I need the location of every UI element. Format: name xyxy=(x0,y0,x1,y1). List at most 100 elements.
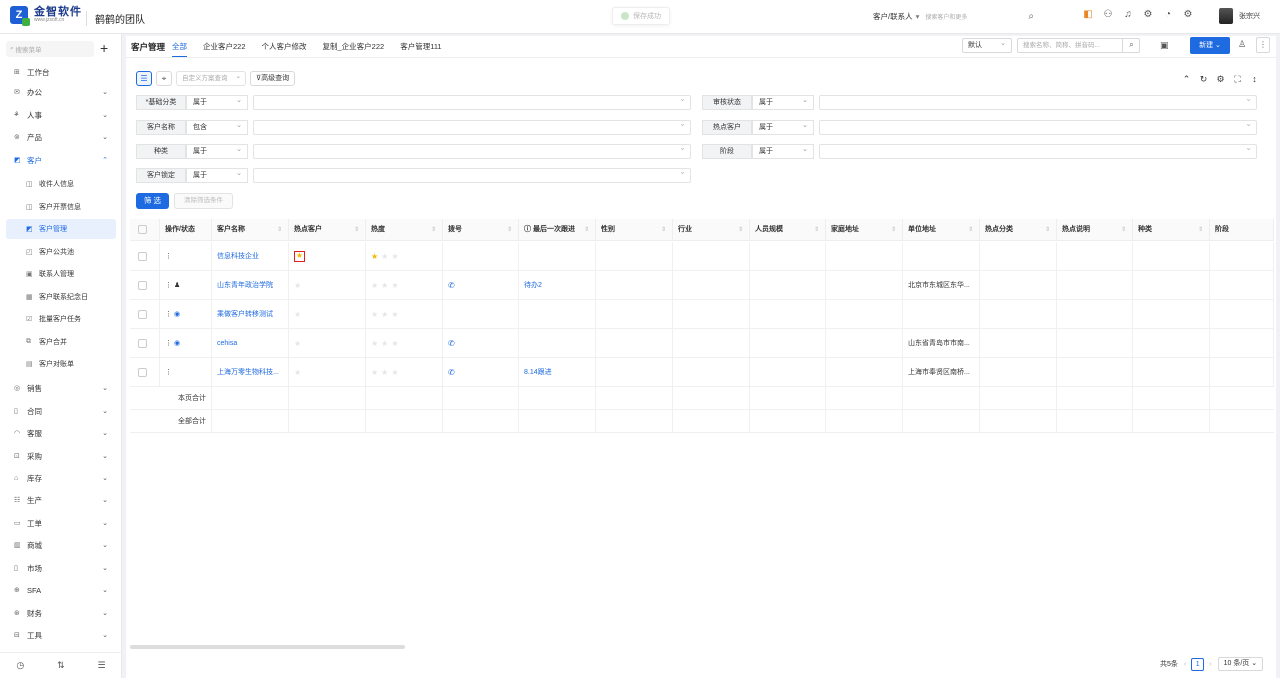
sidebar-sub-batch-tasks[interactable]: ☑ 批量客户任务 xyxy=(0,309,122,329)
tab-enterprise[interactable]: 企业客户222 xyxy=(203,41,246,57)
tab-customer-mgmt[interactable]: 客户管理111 xyxy=(400,41,441,57)
sidebar-item-customer[interactable]: ◩ 客户 ⌃ xyxy=(0,150,122,170)
checkbox[interactable] xyxy=(138,338,147,348)
column-header[interactable]: 拨号 ⇕ xyxy=(443,219,519,241)
table-row[interactable]: ⋮ 上海万零生物科技... ★ ★★★ ✆ 8.14跟进 上海市奉贤区南桥... xyxy=(130,358,1274,387)
list-view-icon[interactable]: ☰ xyxy=(136,71,152,86)
rating-stars[interactable]: ★★★ xyxy=(371,368,402,377)
star-icon[interactable]: ★ xyxy=(294,310,301,319)
sidebar-sub-invoice-info[interactable]: ◫ 客户开票信息 xyxy=(0,197,122,217)
sort-icon[interactable]: ⇕ xyxy=(738,219,743,241)
row-actions[interactable]: ⋮ ◉ xyxy=(160,300,212,329)
heat-cell[interactable]: ★★★ xyxy=(366,271,443,300)
sort-icon[interactable]: ⇕ xyxy=(431,219,436,241)
hot-customer-cell[interactable]: ★ xyxy=(289,329,366,358)
filter-value-audit-status[interactable] xyxy=(819,94,1257,110)
sidebar-item-mall[interactable]: ▥ 商城 ⌄ xyxy=(0,535,122,555)
sidebar-item-service[interactable]: ◠ 客服 ⌄ xyxy=(0,423,122,443)
sidebar-item-contract[interactable]: ▯ 合同 ⌄ xyxy=(0,401,122,421)
row-select[interactable] xyxy=(130,300,160,329)
sidebar-sub-recipient-info[interactable]: ◫ 收件人信息 xyxy=(0,174,122,194)
star-icon[interactable]: ★ xyxy=(294,250,305,262)
sidebar-item-workorder[interactable]: ▭ 工单 ⌄ xyxy=(0,513,122,533)
row-select[interactable] xyxy=(130,271,160,300)
customer-name-link[interactable]: 乘做客户转移测试 xyxy=(212,300,289,329)
checkbox[interactable] xyxy=(138,367,147,377)
column-header[interactable]: 人员规模 ⇕ xyxy=(750,219,826,241)
logo[interactable]: Z 金智软件 www.jzsoft.cn xyxy=(10,6,82,26)
page-number[interactable]: 1 xyxy=(1191,657,1205,671)
heat-cell[interactable]: ★★★ xyxy=(366,329,443,358)
sidebar-item-hr[interactable]: ቆ 人事 ⌄ xyxy=(0,105,122,125)
row-actions[interactable]: ⋮ xyxy=(160,358,212,387)
sort-icon[interactable]: ⇕ xyxy=(1198,219,1203,241)
settings-icon[interactable]: ⚙ xyxy=(1138,9,1158,20)
search-icon[interactable]: ⌕ xyxy=(1028,11,1034,22)
table-row[interactable]: ⋮ 信息科技企业 ★ ★★★ xyxy=(130,242,1274,271)
sort-icon[interactable]: ⇕ xyxy=(1121,219,1126,241)
checkbox[interactable] xyxy=(138,224,147,234)
add-menu-button[interactable]: + xyxy=(100,40,108,56)
heat-cell[interactable]: ★★★ xyxy=(366,300,443,329)
sidebar-item-sales[interactable]: ◎ 销售 ⌄ xyxy=(0,378,122,398)
refresh-icon[interactable]: ↻ xyxy=(1195,74,1212,85)
star-icon[interactable]: ★ xyxy=(294,281,301,290)
sidebar-item-tools[interactable]: ⊟ 工具 ⌄ xyxy=(0,625,122,645)
dial-cell[interactable]: ✆ xyxy=(443,271,519,300)
customer-name-link[interactable]: 信息科技企业 xyxy=(212,242,289,271)
hot-customer-cell[interactable]: ★ xyxy=(289,300,366,329)
map-pin-icon[interactable]: ⌖ xyxy=(156,71,172,86)
sort-icon[interactable]: ⇕ xyxy=(1045,219,1050,241)
filter-value-type[interactable] xyxy=(253,143,691,159)
sidebar-sub-statement[interactable]: ▤ 客户对账单 xyxy=(0,354,122,374)
speaker-icon[interactable]: ◧ xyxy=(1078,9,1098,20)
rating-stars[interactable]: ★★★ xyxy=(371,252,402,261)
rating-stars[interactable]: ★★★ xyxy=(371,339,402,348)
collapse-menu-icon[interactable]: ☰ xyxy=(97,660,105,671)
sidebar-sub-contacts[interactable]: ▣ 联系人管理 xyxy=(0,264,122,284)
more-icon[interactable]: ⋮ xyxy=(165,340,172,347)
filter-value-hot-customer[interactable] xyxy=(819,119,1257,135)
menu-search-input[interactable]: ⌕ 搜索菜单 xyxy=(6,41,94,57)
sidebar-sub-customer-management[interactable]: ◩ 客户管理 xyxy=(6,219,116,239)
sidebar-item-purchase[interactable]: ⊡ 采购 ⌄ xyxy=(0,446,122,466)
checkbox[interactable] xyxy=(138,309,147,319)
filter-value-customer-lock[interactable] xyxy=(253,167,691,183)
filter-op-customer-lock[interactable]: 属于 xyxy=(186,167,248,183)
more-icon[interactable]: ⋮ xyxy=(1256,37,1270,53)
row-actions[interactable]: ⋮ ♟ xyxy=(160,271,212,300)
sidebar-item-office[interactable]: ✉ 办公 ⌄ xyxy=(0,82,122,102)
sidebar-item-production[interactable]: ☷ 生产 ⌄ xyxy=(0,490,122,510)
tab-copy-enterprise[interactable]: 复制_企业客户222 xyxy=(323,41,385,57)
sort-icon[interactable]: ⇕ xyxy=(584,219,589,241)
row-select[interactable] xyxy=(130,329,160,358)
bell-icon[interactable]: ♫ xyxy=(1118,9,1138,20)
sort-icon[interactable]: ⇕ xyxy=(968,219,973,241)
last-follow-cell[interactable]: 8.14跟进 xyxy=(519,358,596,387)
header-select-all[interactable] xyxy=(130,219,160,241)
advanced-query-button[interactable]: ⊽高级查询 xyxy=(250,71,296,86)
rating-stars[interactable]: ★★★ xyxy=(371,310,402,319)
next-page-icon[interactable]: › xyxy=(1209,661,1211,668)
sort-icon[interactable]: ⇕ xyxy=(354,219,359,241)
filter-op-type[interactable]: 属于 xyxy=(186,143,248,159)
search-icon[interactable]: ⌕ xyxy=(1122,38,1140,53)
sort-icon[interactable]: ⇕ xyxy=(277,219,282,241)
last-follow-cell[interactable]: 待办2 xyxy=(519,271,596,300)
filter-op-audit-status[interactable]: 属于 xyxy=(752,94,814,110)
column-settings-icon[interactable]: ⚙ xyxy=(1212,74,1229,85)
more-icon[interactable]: ⋮ xyxy=(165,369,172,376)
row-actions[interactable]: ⋮ ◉ xyxy=(160,329,212,358)
table-row[interactable]: ⋮ ◉ 乘做客户转移测试 ★ ★★★ xyxy=(130,300,1274,329)
star-icon[interactable]: ★ xyxy=(294,368,301,377)
column-header[interactable]: 行业 ⇕ xyxy=(673,219,750,241)
filter-op-base-category[interactable]: 属于 xyxy=(186,94,248,110)
filter-value-base-category[interactable] xyxy=(253,94,691,110)
team-name[interactable]: 鹤鹤的团队 xyxy=(86,11,145,26)
sidebar-sub-public-pool[interactable]: ◰ 客户公共池 xyxy=(0,242,122,262)
clear-filter-button[interactable]: 清除筛选条件 xyxy=(174,193,233,209)
column-header[interactable]: 热点客户 ⇕ xyxy=(289,219,366,241)
sidebar-item-workbench[interactable]: ⊞ 工作台 xyxy=(0,62,122,82)
more-icon[interactable]: ⋮ xyxy=(165,253,172,260)
view-select[interactable]: 默认 xyxy=(962,37,1012,53)
